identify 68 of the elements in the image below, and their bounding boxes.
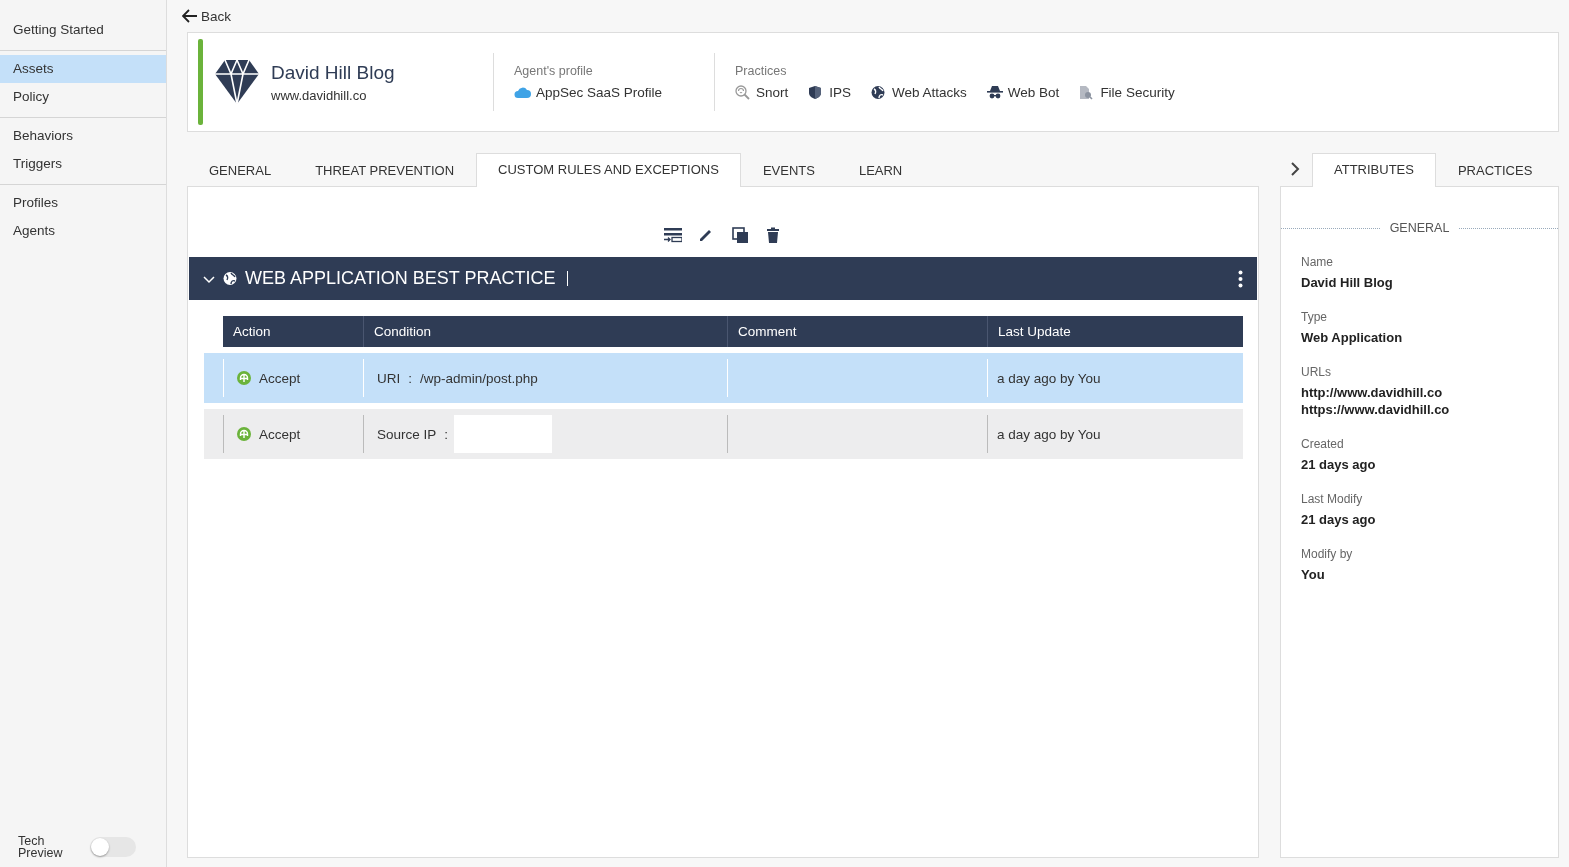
tab[interactable]: CUSTOM RULES AND EXCEPTIONS xyxy=(476,153,741,187)
globe-icon xyxy=(223,271,237,286)
field-value: Web Application xyxy=(1301,330,1404,345)
practice-item[interactable]: File Security xyxy=(1079,85,1175,100)
asset-name: David Hill Blog xyxy=(271,61,395,84)
tab[interactable]: LEARN xyxy=(836,154,925,187)
table-cell: a day ago by You xyxy=(997,370,1101,386)
field-label: Name xyxy=(1301,255,1334,269)
sidebar-item[interactable]: Assets xyxy=(0,55,166,83)
field-value: 21 days ago xyxy=(1301,457,1377,472)
practice-item[interactable]: IPS xyxy=(808,85,852,100)
add-row-icon[interactable] xyxy=(663,227,682,243)
field-value: You xyxy=(1301,567,1326,582)
tab[interactable]: GENERAL xyxy=(187,154,294,187)
colon-separator: : xyxy=(444,426,449,442)
more-options-icon[interactable] xyxy=(1238,269,1243,288)
field-value: https://www.davidhill.co xyxy=(1301,402,1451,417)
cloud-icon xyxy=(514,86,531,99)
colon-separator: : xyxy=(408,370,412,386)
diamond-logo-icon xyxy=(213,58,261,106)
field-label: Practices xyxy=(735,64,788,78)
toggle-label: Tech Preview xyxy=(18,835,64,859)
column-header: Comment xyxy=(727,316,987,347)
column-header: Condition xyxy=(363,316,727,347)
table-row[interactable]: Accept URI : /wp-admin/post.php a day ago by You xyxy=(204,353,1243,403)
asset-url: www.davidhill.co xyxy=(271,87,368,103)
table-cell: Accept xyxy=(259,426,301,442)
table-row[interactable]: Accept Source IP : a day ago by You xyxy=(204,409,1243,459)
sidebar-item[interactable]: Behaviors xyxy=(0,122,166,150)
tab[interactable]: EVENTS xyxy=(740,154,837,187)
field-label: Type xyxy=(1301,310,1328,324)
back-link[interactable]: Back xyxy=(182,0,231,32)
group-title: WEB APPLICATION BEST PRACTICE xyxy=(245,268,556,289)
field-value: 21 days ago xyxy=(1301,512,1377,527)
column-header: Action xyxy=(232,323,272,341)
field-label: Created xyxy=(1301,437,1345,451)
chevron-right-icon[interactable] xyxy=(1290,162,1300,176)
field-label: Agent's profile xyxy=(514,64,594,78)
toggle-switch[interactable] xyxy=(90,837,136,857)
practice-item[interactable]: Web Bot xyxy=(986,85,1060,100)
practice-item[interactable]: Snort xyxy=(735,85,789,100)
table-cell: Accept xyxy=(259,370,301,386)
field-label: URLs xyxy=(1301,365,1332,379)
sidebar-item[interactable]: Policy xyxy=(0,83,166,111)
sidebar-item[interactable]: Triggers xyxy=(0,150,166,178)
table-cell: a day ago by You xyxy=(997,426,1101,442)
sidebar-item[interactable]: Agents xyxy=(0,217,166,245)
spy-hat-icon xyxy=(986,85,1003,100)
table-cell: /wp-admin/post.php xyxy=(420,370,538,386)
profile-link[interactable]: AppSec SaaS Profile xyxy=(514,85,694,100)
sidebar-item[interactable]: Profiles xyxy=(0,189,166,217)
section-title: GENERAL xyxy=(1389,221,1450,235)
table-cell: Source IP xyxy=(377,426,437,442)
field-label: Modify by xyxy=(1301,547,1354,561)
practice-item[interactable]: Web Attacks xyxy=(871,85,967,100)
copy-icon[interactable] xyxy=(731,227,750,243)
field-value: http://www.davidhill.co xyxy=(1301,385,1444,400)
column-header: Last Update xyxy=(987,316,1243,347)
back-arrow-icon xyxy=(182,9,197,23)
sidebar-item[interactable]: Getting Started xyxy=(0,16,166,44)
tab[interactable]: THREAT PREVENTION xyxy=(293,154,477,187)
tab[interactable]: ATTRIBUTES xyxy=(1312,153,1436,187)
field-label: Last Modify xyxy=(1301,492,1364,506)
field-value: David Hill Blog xyxy=(1301,275,1394,290)
table-cell: URI xyxy=(377,370,401,386)
accept-icon xyxy=(237,427,251,441)
accept-icon xyxy=(237,371,251,385)
tab[interactable]: PRACTICES xyxy=(1435,154,1555,187)
